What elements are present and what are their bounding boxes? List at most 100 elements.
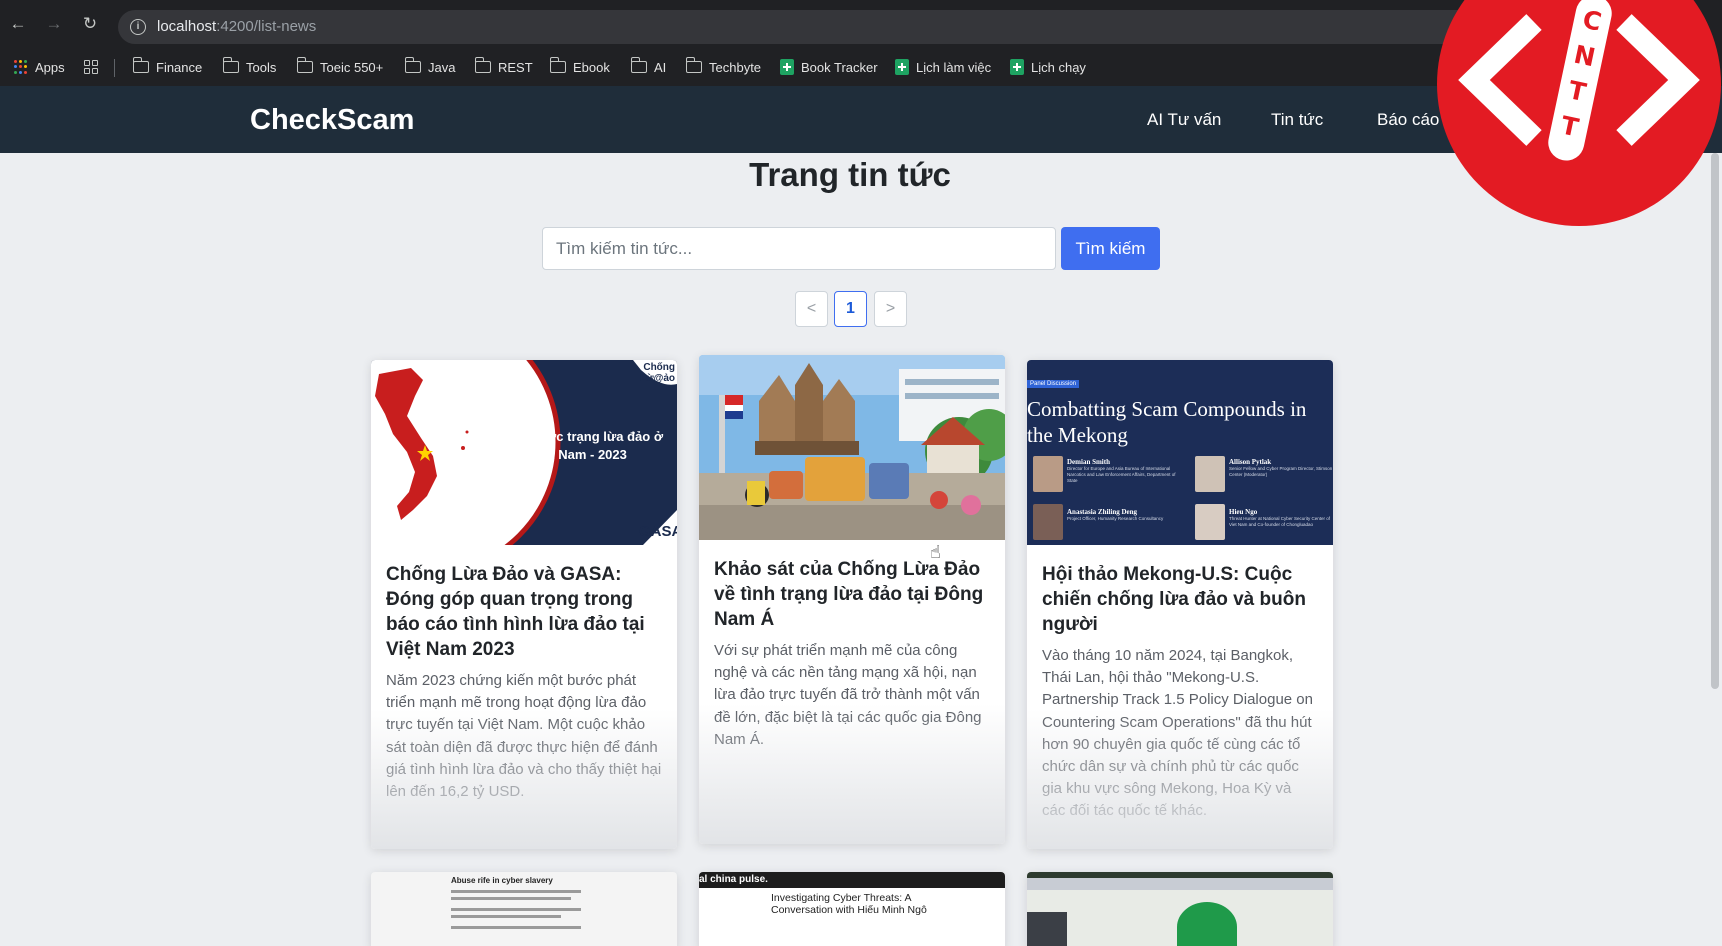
text-line (451, 908, 581, 911)
bookmark-toeic[interactable]: Toeic 550+ (296, 57, 384, 77)
brand-logo[interactable]: CheckScam (250, 104, 414, 137)
card-image-brand: Chống Lừ@ảo (640, 362, 675, 384)
bookmark-ebook[interactable]: Ebook (549, 57, 610, 77)
page-title: Trang tin tức (749, 156, 951, 193)
prev-page-button[interactable]: < (795, 291, 828, 327)
bookmark-apps[interactable]: Apps (14, 57, 65, 77)
bookmark-label: Tools (246, 59, 277, 75)
news-card[interactable]: Abuse rife in cyber slavery (371, 872, 677, 946)
speaker-name: Hieu Ngo (1229, 508, 1258, 516)
card-image-tag: al china pulse. (699, 874, 768, 885)
speaker-name: Anastasia Zhiling Deng (1067, 508, 1138, 516)
bookmark-techbyte[interactable]: Techbyte (685, 57, 762, 77)
bookmark-label: Book Tracker (801, 59, 878, 75)
address-bar[interactable]: i localhost:4200/list-news (118, 10, 1558, 44)
text-line (451, 926, 581, 929)
current-page-button[interactable]: 1 (834, 291, 867, 327)
bookmark-label: REST (498, 59, 533, 75)
text-line (451, 915, 561, 918)
folder-icon (296, 57, 313, 73)
bookmark-label: Finance (156, 59, 203, 75)
folder-icon (630, 57, 647, 73)
card-image-caption: Investigating Cyber Threats: A Conversat… (771, 892, 927, 916)
bookmark-lich-chay[interactable]: Lịch chạy (1010, 57, 1086, 77)
folder-icon (685, 57, 702, 73)
speaker-photo (1195, 456, 1225, 492)
bookmark-label: Java (428, 59, 456, 75)
nav-news[interactable]: Tin tức (1271, 110, 1323, 130)
card-title[interactable]: Khảo sát của Chống Lừa Đảo về tình trạng… (714, 557, 990, 632)
text-line (451, 890, 581, 893)
url-text: localhost:4200/list-news (157, 18, 317, 35)
folder-icon (474, 57, 491, 73)
news-card[interactable]: al china pulse. Investigating Cyber Thre… (699, 872, 1005, 946)
image-browser-bar (1027, 878, 1333, 890)
speaker-photo (1033, 456, 1063, 492)
next-page-button[interactable]: > (874, 291, 907, 327)
speaker-role: Director for Europe and Asia Bureau of I… (1067, 466, 1176, 483)
speaker-photo (1033, 504, 1063, 540)
folder-icon (132, 57, 149, 73)
card-fade (699, 704, 1005, 844)
image-logo-shape (1177, 902, 1237, 946)
news-card[interactable]: Panel Discussion Combatting Scam Compoun… (1027, 360, 1333, 849)
bookmark-ai[interactable]: AI (630, 57, 667, 77)
hand-cursor-icon: ☝ (930, 542, 941, 562)
speaker-role: Project Officer, Humanity Research Consu… (1067, 516, 1164, 521)
card-image-caption: Thực trạng lừa đảo ở Việt Nam - 2023 (531, 429, 664, 462)
speaker-name: Allison Pytlak (1229, 458, 1272, 466)
apps-icon (14, 60, 28, 74)
search-button[interactable]: Tìm kiếm (1061, 227, 1160, 270)
card-image-tag: Panel Discussion (1027, 380, 1080, 388)
image-panel (1027, 912, 1067, 946)
folder-icon (404, 57, 421, 73)
search-input[interactable] (542, 227, 1056, 270)
card-image-logo: GASA (639, 523, 677, 540)
bookmark-label: Lịch làm việc (916, 59, 992, 75)
bookmark-label: Techbyte (709, 59, 762, 75)
card-title[interactable]: Chống Lừa Đảo và GASA: Đóng góp quan trọ… (386, 562, 662, 662)
forward-icon[interactable]: → (44, 14, 64, 34)
bookmark-label: Toeic 550+ (320, 59, 384, 75)
news-card[interactable]: Chống Lừ@ảo Thực trạng lừa đảo ở Việt Na… (371, 360, 677, 849)
card-image: Panel Discussion Combatting Scam Compoun… (1027, 360, 1333, 545)
card-image: Chống Lừ@ảo Thực trạng lừa đảo ở Việt Na… (371, 360, 677, 545)
card-image-caption: Combatting Scam Compounds in the Mekong (1027, 397, 1307, 447)
bookmarks-divider (114, 59, 115, 77)
back-icon[interactable]: ← (8, 14, 28, 34)
speaker: Anastasia Zhiling Deng Project Officer, … (1067, 508, 1187, 522)
speaker: Demian Smith Director for Europe and Asi… (1067, 458, 1187, 484)
tab-grid-icon (84, 60, 98, 74)
bookmark-label: AI (654, 59, 667, 75)
bookmark-rest[interactable]: REST (474, 57, 533, 77)
speaker: Hieu Ngo Threat Hunter at National Cyber… (1229, 508, 1333, 528)
nav-report[interactable]: Báo cáo (1377, 110, 1439, 130)
sheets-icon (895, 59, 909, 75)
speaker-role: Senior Fellow and Cyber Program Director… (1229, 466, 1333, 477)
cntt-logo: C N T T (1437, 0, 1721, 226)
bookmark-lich-lam-viec[interactable]: Lịch làm việc (895, 57, 991, 77)
card-fade (1027, 709, 1333, 849)
speaker-name: Demian Smith (1067, 458, 1110, 466)
nav-ai-advice[interactable]: AI Tư vấn (1147, 110, 1221, 130)
card-image (699, 355, 1005, 540)
speaker-role: Threat Hunter at National Cyber Security… (1229, 516, 1331, 527)
news-card[interactable] (1027, 872, 1333, 946)
bookmark-label: Lịch chạy (1031, 59, 1086, 75)
bookmark-label: Apps (35, 59, 65, 75)
bookmark-book-tracker[interactable]: Book Tracker (780, 57, 878, 77)
folder-icon (549, 57, 566, 73)
reload-icon[interactable]: ↻ (80, 14, 100, 34)
sheets-icon (780, 59, 794, 75)
bookmark-tools[interactable]: Tools (222, 57, 277, 77)
news-card[interactable]: Khảo sát của Chống Lừa Đảo về tình trạng… (699, 355, 1005, 844)
speaker-photo (1195, 504, 1225, 540)
page-scrollbar[interactable] (1711, 153, 1719, 689)
bookmark-java[interactable]: Java (404, 57, 456, 77)
tab-groups-button[interactable] (84, 57, 98, 77)
card-image-caption: Abuse rife in cyber slavery (451, 876, 553, 885)
site-info-icon[interactable]: i (130, 19, 146, 35)
card-title[interactable]: Hội thảo Mekong-U.S: Cuộc chiến chống lừ… (1042, 562, 1318, 637)
bookmark-finance[interactable]: Finance (132, 57, 203, 77)
sheets-icon (1010, 59, 1024, 75)
